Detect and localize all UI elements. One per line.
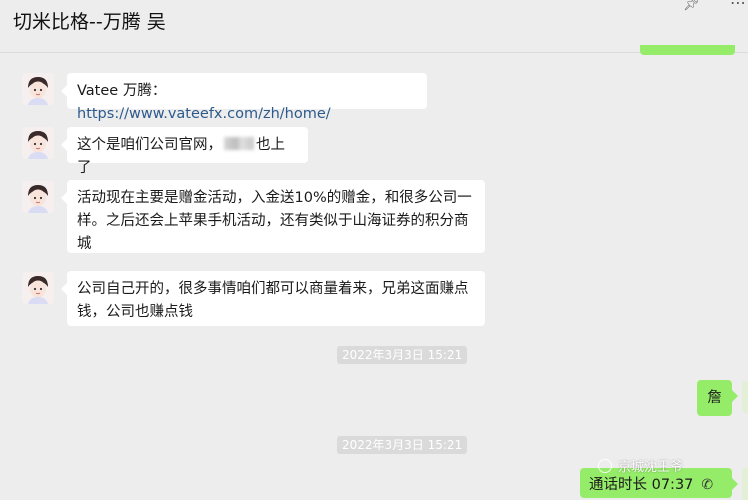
wechat-official-account-icon	[598, 459, 612, 473]
contact-avatar[interactable]	[22, 73, 54, 105]
contact-avatar[interactable]	[22, 272, 54, 304]
contact-avatar[interactable]	[22, 127, 54, 159]
chat-title: 切米比格--万腾 吴	[13, 11, 166, 33]
outgoing-text: 詹	[707, 390, 722, 406]
message-bubble: 这个是咱们公司官网， 也上了	[61, 127, 308, 176]
call-duration-label: 通话时长 07:37	[589, 477, 694, 493]
message-text: 活动现在主要是赠金活动，入金送10%的赠金，和很多公司一样。之后还会上苹果手机活…	[77, 190, 472, 252]
message-bubble: 公司自己开的，很多事情咱们都可以商量着来，兄弟这面赚点钱，公司也赚点钱	[61, 271, 485, 326]
chat-header: 切米比格--万腾 吴 📌︎ ⋯	[0, 0, 748, 53]
timestamp: 2022年3月3日 15:21	[337, 346, 468, 364]
message-text: 这个是咱们公司官网，	[77, 137, 222, 153]
website-link[interactable]: https://www.vateefx.com/zh/home/	[77, 106, 331, 122]
message-bubble: Vatee 万腾： https://www.vateefx.com/zh/home…	[61, 73, 427, 122]
message-text: 公司自己开的，很多事情咱们都可以商量着来，兄弟这面赚点钱，公司也赚点钱	[77, 281, 469, 320]
outgoing-message-bubble: 詹	[697, 380, 738, 416]
my-avatar[interactable]	[742, 381, 748, 413]
more-icon[interactable]: ⋯	[730, 0, 746, 12]
message-bubble: 活动现在主要是赠金活动，入金送10%的赠金，和很多公司一样。之后还会上苹果手机活…	[61, 180, 485, 253]
my-avatar[interactable]	[742, 468, 748, 500]
message-prefix: Vatee 万腾：	[77, 83, 167, 99]
pin-icon[interactable]: 📌︎	[683, 0, 700, 12]
timestamp: 2022年3月3日 15:21	[337, 436, 468, 454]
contact-avatar[interactable]	[22, 181, 54, 213]
watermark: 京城沈王爷	[598, 456, 683, 475]
phone-icon: ✆	[701, 477, 714, 493]
previous-message-bubble	[640, 45, 735, 55]
redacted-text	[224, 137, 254, 150]
watermark-text: 京城沈王爷	[618, 460, 684, 475]
